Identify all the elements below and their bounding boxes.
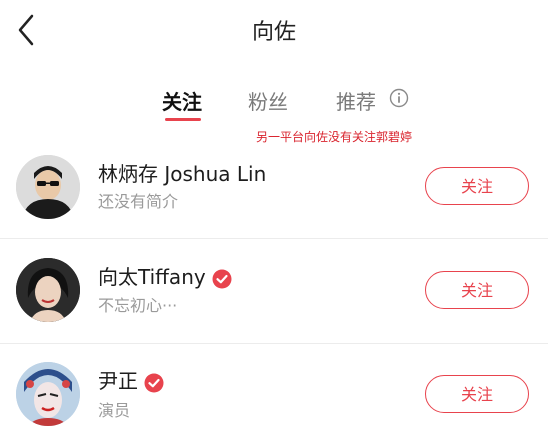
user-row[interactable]: 向太Tiffany 不忘初心··· 关注 [0,240,548,344]
user-row[interactable]: 尹正 演员 关注 [0,344,548,448]
avatar[interactable] [16,362,80,426]
info-icon[interactable] [389,88,409,108]
follow-button[interactable]: 关注 [425,271,529,309]
user-description: 还没有简介 [98,192,179,211]
user-name-row: 尹正 [98,365,164,394]
avatar-image [16,258,80,322]
tab-recommended[interactable]: 推荐 [336,86,376,115]
tab-following[interactable]: 关注 [162,86,202,115]
user-description: 演员 [98,401,131,420]
top-bar: 向佐 [0,0,548,62]
user-name[interactable]: 向太Tiffany [98,265,206,289]
verified-badge-icon [144,373,164,392]
avatar[interactable] [16,155,80,219]
follow-button[interactable]: 关注 [425,375,529,413]
avatar-image [16,155,80,219]
avatar[interactable] [16,258,80,322]
divider [0,238,548,239]
verified-badge-icon [212,269,232,288]
page-title: 向佐 [251,20,296,45]
avatar-image [16,362,80,426]
active-tab-indicator [165,118,201,121]
user-name-row: 向太Tiffany [98,261,232,290]
tab-followers[interactable]: 粉丝 [248,86,288,115]
follow-button[interactable]: 关注 [425,167,529,205]
tab-bar: 关注 粉丝 推荐 [0,86,548,126]
user-name[interactable]: 尹正 [98,369,138,393]
user-name[interactable]: 林炳存 Joshua Lin [98,158,266,187]
user-description: 不忘初心··· [98,296,178,315]
user-row[interactable]: 林炳存 Joshua Lin 还没有简介 关注 [0,140,548,244]
